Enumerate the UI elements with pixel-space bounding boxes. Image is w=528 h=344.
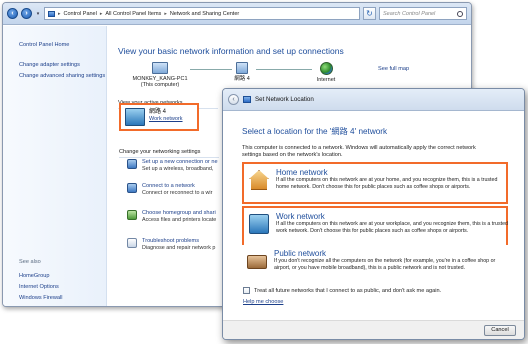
refresh-icon[interactable]: ↻ [363, 7, 376, 20]
public-network-option[interactable]: Public network If you don't recognize al… [242, 245, 508, 287]
control-panel-icon [48, 10, 55, 17]
globe-icon [319, 62, 333, 75]
network-location-link[interactable]: Work network [149, 116, 183, 122]
dialog-titlebar: ‹ Set Network Location [223, 89, 524, 111]
work-network-icon[interactable] [125, 108, 145, 126]
task-title[interactable]: Choose homegroup and shari [142, 210, 216, 217]
map-node-network: 網路 4 [230, 62, 254, 82]
set-network-location-dialog: ‹ Set Network Location Select a location… [222, 88, 525, 340]
dialog-title: Set Network Location [255, 96, 314, 103]
sidebar: Control Panel Home Change adapter settin… [3, 26, 107, 306]
task-description: Connect or reconnect to a wir [142, 190, 213, 196]
sidebar-item-homegroup[interactable]: HomeGroup [19, 273, 63, 280]
treat-public-checkbox[interactable] [243, 287, 250, 294]
task-title[interactable]: Troubleshoot problems [142, 238, 215, 245]
sidebar-item-windows-firewall[interactable]: Windows Firewall [19, 295, 63, 302]
back-arrow-icon[interactable]: ‹ [228, 94, 239, 105]
option-title: Work network [276, 212, 325, 221]
map-connection-line [256, 69, 312, 70]
breadcrumb-control-panel[interactable]: Control Panel [64, 11, 97, 17]
dialog-heading: Select a location for the '網路 4' network [242, 127, 388, 136]
map-node-computer: MONKEY_KANG-PC1 (This computer) [130, 62, 190, 88]
computer-subtitle: (This computer) [140, 82, 180, 88]
computer-icon [152, 62, 168, 74]
map-node-internet: Internet [313, 62, 339, 83]
option-description: If you don't recognize all the computers… [274, 258, 496, 271]
see-full-map-link[interactable]: See full map [378, 66, 409, 72]
search-icon[interactable] [457, 10, 463, 17]
new-connection-icon [127, 159, 137, 169]
task-homegroup-sharing[interactable]: Choose homegroup and shari Access files … [127, 210, 216, 224]
task-description: Access files and printers locate [142, 217, 217, 223]
active-network-panel: 網路 4 Work network [119, 103, 199, 131]
breadcrumb-network-sharing-center[interactable]: Network and Sharing Center [170, 11, 239, 17]
address-bar[interactable]: ▸ Control Panel ▸ All Control Panel Item… [44, 7, 360, 20]
option-description: If all the computers on this network are… [276, 221, 509, 234]
search-placeholder: Search Control Panel [383, 10, 436, 17]
home-network-option[interactable]: Home network If all the computers on thi… [242, 162, 508, 204]
breadcrumb-separator-icon: ▸ [99, 10, 103, 17]
option-title: Public network [274, 249, 327, 258]
back-arrow-icon[interactable]: ‹ [7, 8, 18, 19]
task-troubleshoot[interactable]: Troubleshoot problems Diagnose and repai… [127, 238, 215, 252]
network-name: 網路 4 [234, 76, 250, 82]
treat-public-checkbox-row[interactable]: Treat all future networks that I connect… [243, 287, 441, 294]
see-also-label: See also [19, 259, 41, 265]
park-bench-icon [247, 255, 267, 269]
sidebar-item-change-advanced-sharing[interactable]: Change advanced sharing settings [19, 73, 106, 80]
address-toolbar: ‹ › ▾ ▸ Control Panel ▸ All Control Pane… [3, 3, 471, 25]
network-bench-icon [236, 62, 248, 74]
active-network-name: 網路 4 [149, 109, 167, 115]
connect-network-icon [127, 183, 137, 193]
checkbox-label: Treat all future networks that I connect… [254, 287, 442, 294]
troubleshoot-icon [127, 238, 137, 248]
dialog-intro: This computer is connected to a network.… [242, 145, 476, 158]
work-network-icon [249, 214, 269, 234]
breadcrumb-separator-icon: ▸ [58, 10, 61, 17]
task-title[interactable]: Connect to a network [142, 183, 212, 190]
map-connection-line [190, 69, 232, 70]
internet-label: Internet [316, 77, 336, 83]
sidebar-item-change-adapter-settings[interactable]: Change adapter settings [19, 62, 106, 69]
recent-pages-dropdown-icon[interactable]: ▾ [35, 11, 41, 17]
sidebar-item-control-panel-home[interactable]: Control Panel Home [19, 42, 106, 49]
house-icon [249, 170, 269, 190]
breadcrumb-all-items[interactable]: All Control Panel Items [105, 11, 161, 17]
task-connect-network[interactable]: Connect to a network Connect or reconnec… [127, 183, 212, 197]
option-description: If all the computers on this network are… [276, 177, 498, 190]
change-settings-label: Change your networking settings [119, 149, 219, 158]
network-window-icon [243, 96, 251, 103]
breadcrumb-separator-icon: ▸ [164, 10, 167, 17]
cancel-button[interactable]: Cancel [484, 325, 516, 336]
homegroup-icon [127, 210, 137, 220]
sidebar-item-internet-options[interactable]: Internet Options [19, 284, 63, 291]
page-title: View your basic network information and … [118, 46, 344, 56]
dialog-footer: Cancel [223, 320, 524, 339]
work-network-option[interactable]: Work network If all the computers on thi… [242, 206, 508, 248]
search-input[interactable]: Search Control Panel [379, 7, 467, 20]
task-description: Set up a wireless, broadband, [142, 166, 214, 172]
task-description: Diagnose and repair network p [142, 245, 216, 251]
task-title[interactable]: Set up a new connection or ne [142, 159, 218, 166]
help-me-choose-link[interactable]: Help me choose [243, 299, 283, 305]
forward-arrow-icon[interactable]: › [21, 8, 32, 19]
task-setup-connection[interactable]: Set up a new connection or ne Set up a w… [127, 159, 218, 173]
option-title: Home network [276, 168, 328, 177]
